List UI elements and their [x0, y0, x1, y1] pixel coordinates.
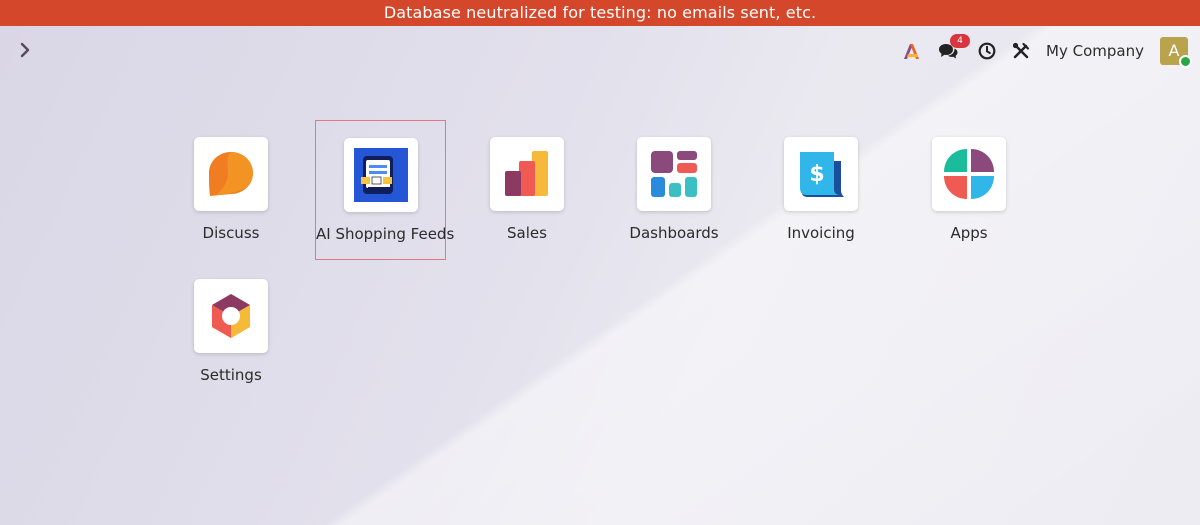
app-tile	[194, 279, 268, 353]
neutralized-banner: Database neutralized for testing: no ema…	[0, 0, 1200, 26]
app-label: Invoicing	[787, 224, 855, 242]
activities-button[interactable]	[978, 36, 996, 66]
debug-tools-button[interactable]	[1012, 36, 1030, 66]
company-name: My Company	[1046, 42, 1144, 60]
settings-icon	[212, 294, 250, 338]
online-status-dot	[1179, 55, 1192, 68]
app-label: Sales	[507, 224, 547, 242]
app-settings[interactable]: Settings	[157, 279, 305, 409]
sales-icon	[505, 151, 548, 196]
odoo-ai-icon	[904, 44, 920, 59]
app-label: AI Shopping Feeds	[316, 225, 455, 243]
app-invoicing[interactable]: $ Invoicing	[747, 137, 895, 267]
avatar: A	[1160, 37, 1192, 68]
clock-icon	[978, 42, 996, 60]
app-discuss[interactable]: Discuss	[157, 137, 305, 267]
app-tile	[343, 138, 418, 212]
svg-text:$: $	[809, 162, 824, 187]
discuss-icon	[209, 152, 253, 196]
ai-activity-button[interactable]	[902, 36, 922, 66]
ai-shopping-feeds-icon	[353, 148, 408, 202]
app-tile	[932, 137, 1006, 211]
app-tile	[490, 137, 564, 211]
apps-icon	[944, 149, 994, 199]
app-tile	[194, 137, 268, 211]
invoicing-icon: $	[800, 152, 844, 197]
app-tile: $	[784, 137, 858, 211]
messages-count-badge: 4	[950, 34, 971, 48]
messages-button[interactable]: 4	[938, 34, 971, 66]
app-dashboards[interactable]: Dashboards	[600, 137, 748, 267]
systray: 4 My Company A	[886, 34, 1192, 68]
menu-toggle-button[interactable]	[14, 38, 36, 62]
company-switcher[interactable]: My Company	[1046, 36, 1144, 66]
dashboards-icon	[651, 151, 697, 197]
app-label: Dashboards	[629, 224, 719, 242]
chevron-right-icon	[20, 42, 30, 58]
app-label: Discuss	[202, 224, 260, 242]
app-tile	[637, 137, 711, 211]
user-menu[interactable]: A	[1160, 36, 1192, 68]
avatar-initial: A	[1168, 41, 1180, 60]
app-ai-shopping-feeds[interactable]: AI Shopping Feeds	[315, 120, 455, 260]
app-sales[interactable]: Sales	[453, 137, 601, 267]
app-label: Apps	[950, 224, 988, 242]
app-label: Settings	[200, 366, 262, 384]
app-apps[interactable]: Apps	[895, 137, 1043, 267]
wrench-screwdriver-icon	[1012, 42, 1030, 59]
